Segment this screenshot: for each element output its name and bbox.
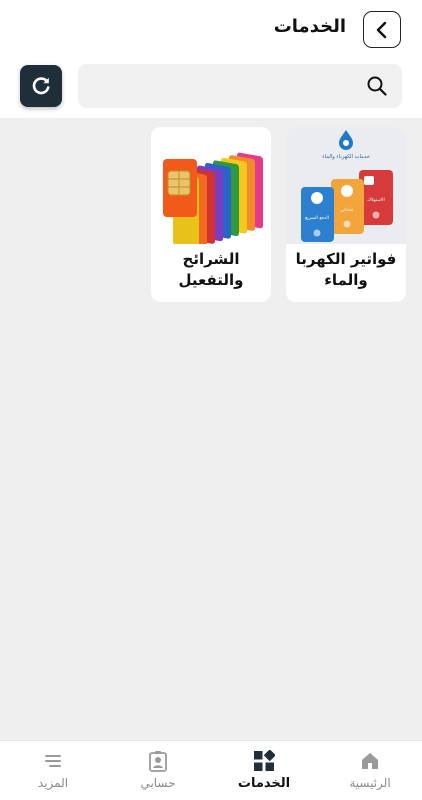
bills-service-image: خدمات الكهرباء والماء الاستهلاك عدداتي ا… [286, 127, 406, 244]
bills-image-caption: خدمات الكهرباء والماء [322, 154, 370, 160]
refresh-icon [32, 77, 50, 95]
service-card-sims[interactable]: الشرائح والتفعيل [151, 127, 271, 302]
nav-more[interactable]: المزيد [8, 741, 98, 800]
profile-icon [149, 751, 167, 772]
nav-home-label: الرئيسية [349, 776, 391, 790]
nav-more-label: المزيد [37, 776, 69, 790]
nav-services-label: الخدمات [237, 776, 291, 791]
bills-image-item-2: عدداتي [340, 208, 354, 213]
menu-lines-icon [45, 755, 61, 767]
bills-image-item-3: الاستهلاك [367, 198, 384, 203]
bottom-nav: الرئيسية الخدمات حسابي المزيد [0, 740, 422, 800]
refresh-button[interactable] [20, 65, 62, 107]
nav-account[interactable]: حسابي [113, 741, 203, 800]
chevron-left-icon [376, 21, 387, 38]
service-card-label: فواتير الكهربا والماء [295, 250, 397, 289]
service-card-bills[interactable]: خدمات الكهرباء والماء الاستهلاك عدداتي ا… [286, 127, 406, 302]
search-input[interactable] [90, 64, 350, 108]
grid-icon [254, 750, 275, 771]
search-box[interactable] [78, 64, 402, 108]
page-title: الخدمات [273, 16, 346, 37]
bills-image-item-1: الدفع السريع [305, 216, 329, 221]
sim-cards-image [151, 127, 271, 244]
back-button[interactable] [363, 11, 401, 48]
nav-services[interactable]: الخدمات [219, 741, 309, 800]
services-grid: خدمات الكهرباء والماء الاستهلاك عدداتي ا… [0, 118, 422, 740]
search-row [0, 60, 422, 118]
home-icon [362, 753, 378, 769]
nav-home[interactable]: الرئيسية [325, 741, 415, 800]
service-card-label: الشرائح والتفعيل [178, 250, 244, 289]
search-icon[interactable] [366, 75, 388, 97]
nav-account-label: حسابي [140, 776, 176, 790]
app-header: الخدمات [0, 0, 422, 60]
